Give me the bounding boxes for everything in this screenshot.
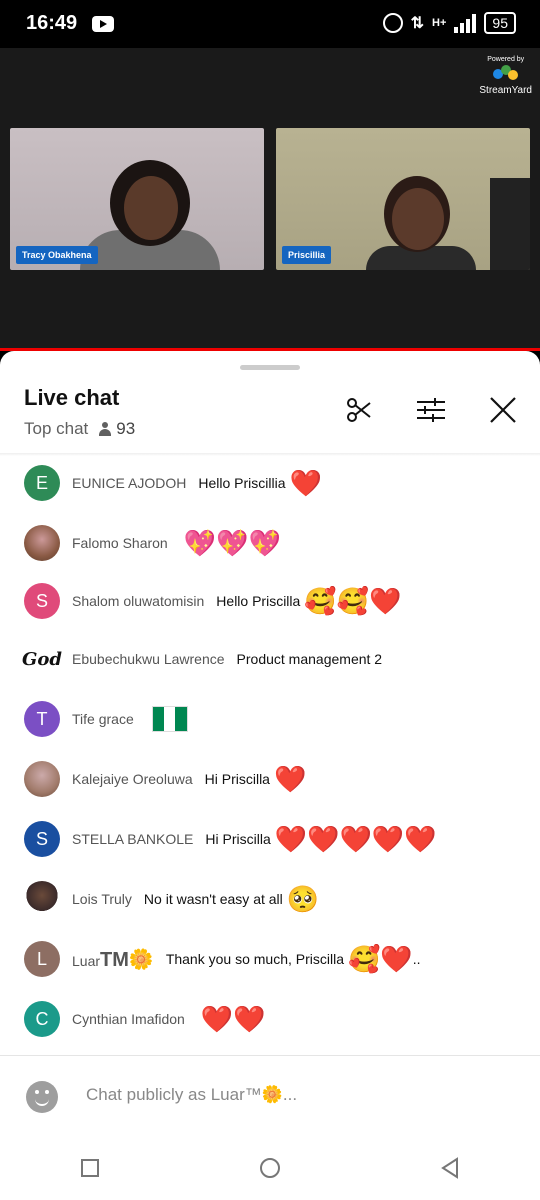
circle-home-icon: [260, 1157, 280, 1178]
system-nav-bar: [0, 1135, 540, 1200]
signal-icon: [454, 13, 477, 33]
message-emoji: 💖💖💖: [183, 528, 281, 558]
close-chat-button[interactable]: [486, 393, 520, 427]
message-author[interactable]: Cynthian Imafidon: [72, 1011, 185, 1027]
close-icon: [490, 397, 516, 423]
message-text: Hi Priscilla: [205, 831, 271, 847]
message-text: No it wasn't easy at all: [143, 891, 283, 907]
message-author[interactable]: LuarTM🌼: [72, 947, 154, 972]
sliders-icon: [417, 398, 445, 422]
participant-tile-priscillia: Priscillia: [276, 128, 530, 270]
message-author[interactable]: STELLA BANKOLE: [72, 831, 193, 847]
clip-button[interactable]: [342, 393, 376, 427]
message-author[interactable]: Falomo Sharon: [72, 535, 168, 551]
data-arrows-icon: ⇅: [410, 15, 425, 32]
viewer-count: 93: [98, 419, 135, 439]
message-author[interactable]: Lois Truly: [72, 891, 132, 907]
message-author[interactable]: EUNICE AJODOH: [72, 475, 186, 491]
chat-message: L LuarTM🌼 Thank you so much, Priscilla 🥰…: [24, 941, 524, 977]
message-text: Hi Priscilla: [204, 771, 270, 787]
avatar[interactable]: [24, 881, 60, 917]
message-trailing: ..: [412, 951, 421, 967]
author-suffix: TM🌼: [100, 948, 154, 971]
avatar[interactable]: L: [24, 941, 60, 977]
nigeria-flag-icon: [151, 706, 188, 732]
chat-title: Live chat: [24, 385, 120, 410]
chat-message: S STELLA BANKOLE Hi Priscilla ❤️❤️❤️❤️❤️: [24, 821, 524, 857]
face-icon[interactable]: [26, 1081, 58, 1113]
chat-message: Lois Truly No it wasn't easy at all 🥺: [24, 881, 524, 917]
battery-indicator: 95: [484, 12, 516, 34]
message-emoji: ❤️: [273, 764, 307, 794]
chat-message: God Ebubechukwu Lawrence Product managem…: [22, 641, 524, 677]
avatar[interactable]: [24, 761, 60, 797]
participant-name-tag: Tracy Obakhena: [16, 246, 98, 264]
square-recents-icon: [81, 1158, 99, 1177]
home-button[interactable]: [255, 1153, 285, 1183]
recents-button[interactable]: [75, 1153, 105, 1183]
chat-settings-button[interactable]: [414, 393, 448, 427]
message-author[interactable]: Shalom oluwatomisin: [72, 593, 204, 609]
chat-message: Kalejaiye Oreoluwa Hi Priscilla ❤️: [24, 761, 524, 797]
back-button[interactable]: [435, 1153, 465, 1183]
message-author[interactable]: Tife grace: [72, 711, 134, 727]
chat-mode-label: Top chat: [24, 419, 89, 438]
person-icon: [98, 422, 112, 436]
message-text: Hello Priscillia: [198, 475, 286, 491]
chat-input[interactable]: [84, 1084, 508, 1106]
message-emoji: ❤️❤️❤️❤️❤️: [274, 824, 437, 854]
status-time: 16:49: [26, 12, 78, 34]
avatar[interactable]: T: [24, 701, 60, 737]
status-bar: 16:49 ⇅ H+ 95: [0, 0, 540, 48]
chat-mode-selector[interactable]: Top chat 93: [24, 419, 135, 439]
avatar[interactable]: God: [22, 641, 62, 677]
chat-message: C Cynthian Imafidon ❤️❤️: [24, 1001, 524, 1037]
triangle-back-icon: [441, 1156, 458, 1179]
chat-message: Falomo Sharon 💖💖💖: [24, 525, 524, 561]
network-type: H+: [432, 17, 447, 29]
avatar[interactable]: E: [24, 465, 60, 501]
message-text: Product management 2: [236, 651, 383, 667]
message-author[interactable]: Ebubechukwu Lawrence: [72, 651, 225, 667]
participant-video-priscillia: [366, 170, 476, 270]
message-text: Hello Priscilla: [216, 593, 301, 609]
message-emoji: 🥰❤️: [348, 944, 413, 974]
avatar[interactable]: [24, 525, 60, 561]
chat-message: S Shalom oluwatomisin Hello Priscilla 🥰🥰…: [24, 583, 524, 619]
chat-message: T Tife grace: [24, 701, 524, 737]
message-emoji: ❤️❤️: [200, 1004, 266, 1034]
scissors-icon: [347, 398, 371, 422]
message-emoji: ❤️: [289, 468, 322, 498]
chat-message: E EUNICE AJODOH Hello Priscillia ❤️: [24, 465, 524, 501]
message-text: Thank you so much, Priscilla: [165, 951, 344, 967]
message-author[interactable]: Kalejaiye Oreoluwa: [72, 771, 193, 787]
streamyard-mark-icon: [491, 65, 521, 83]
status-icons: ⇅ H+ 95: [382, 12, 516, 34]
volte-icon: [382, 13, 403, 33]
youtube-notification-icon: [92, 16, 114, 32]
streamyard-logo: Powered by StreamYard: [479, 56, 532, 96]
chat-messages-list[interactable]: E EUNICE AJODOH Hello Priscillia ❤️ Falo…: [0, 455, 540, 1053]
live-chat-panel: Live chat Top chat 93 E EUNICE AJODOH He…: [0, 351, 540, 1200]
drag-handle[interactable]: [240, 365, 300, 370]
avatar[interactable]: S: [24, 821, 60, 857]
participant-name-tag: Priscillia: [282, 246, 332, 264]
avatar[interactable]: C: [24, 1001, 60, 1037]
participant-tile-tracy: Tracy Obakhena: [10, 128, 264, 270]
message-emoji: 🥺: [286, 884, 320, 914]
avatar[interactable]: S: [24, 583, 60, 619]
participant-video-tracy: [80, 140, 220, 270]
message-emoji: 🥰🥰❤️: [304, 586, 402, 616]
chat-input-bar: [0, 1055, 540, 1136]
